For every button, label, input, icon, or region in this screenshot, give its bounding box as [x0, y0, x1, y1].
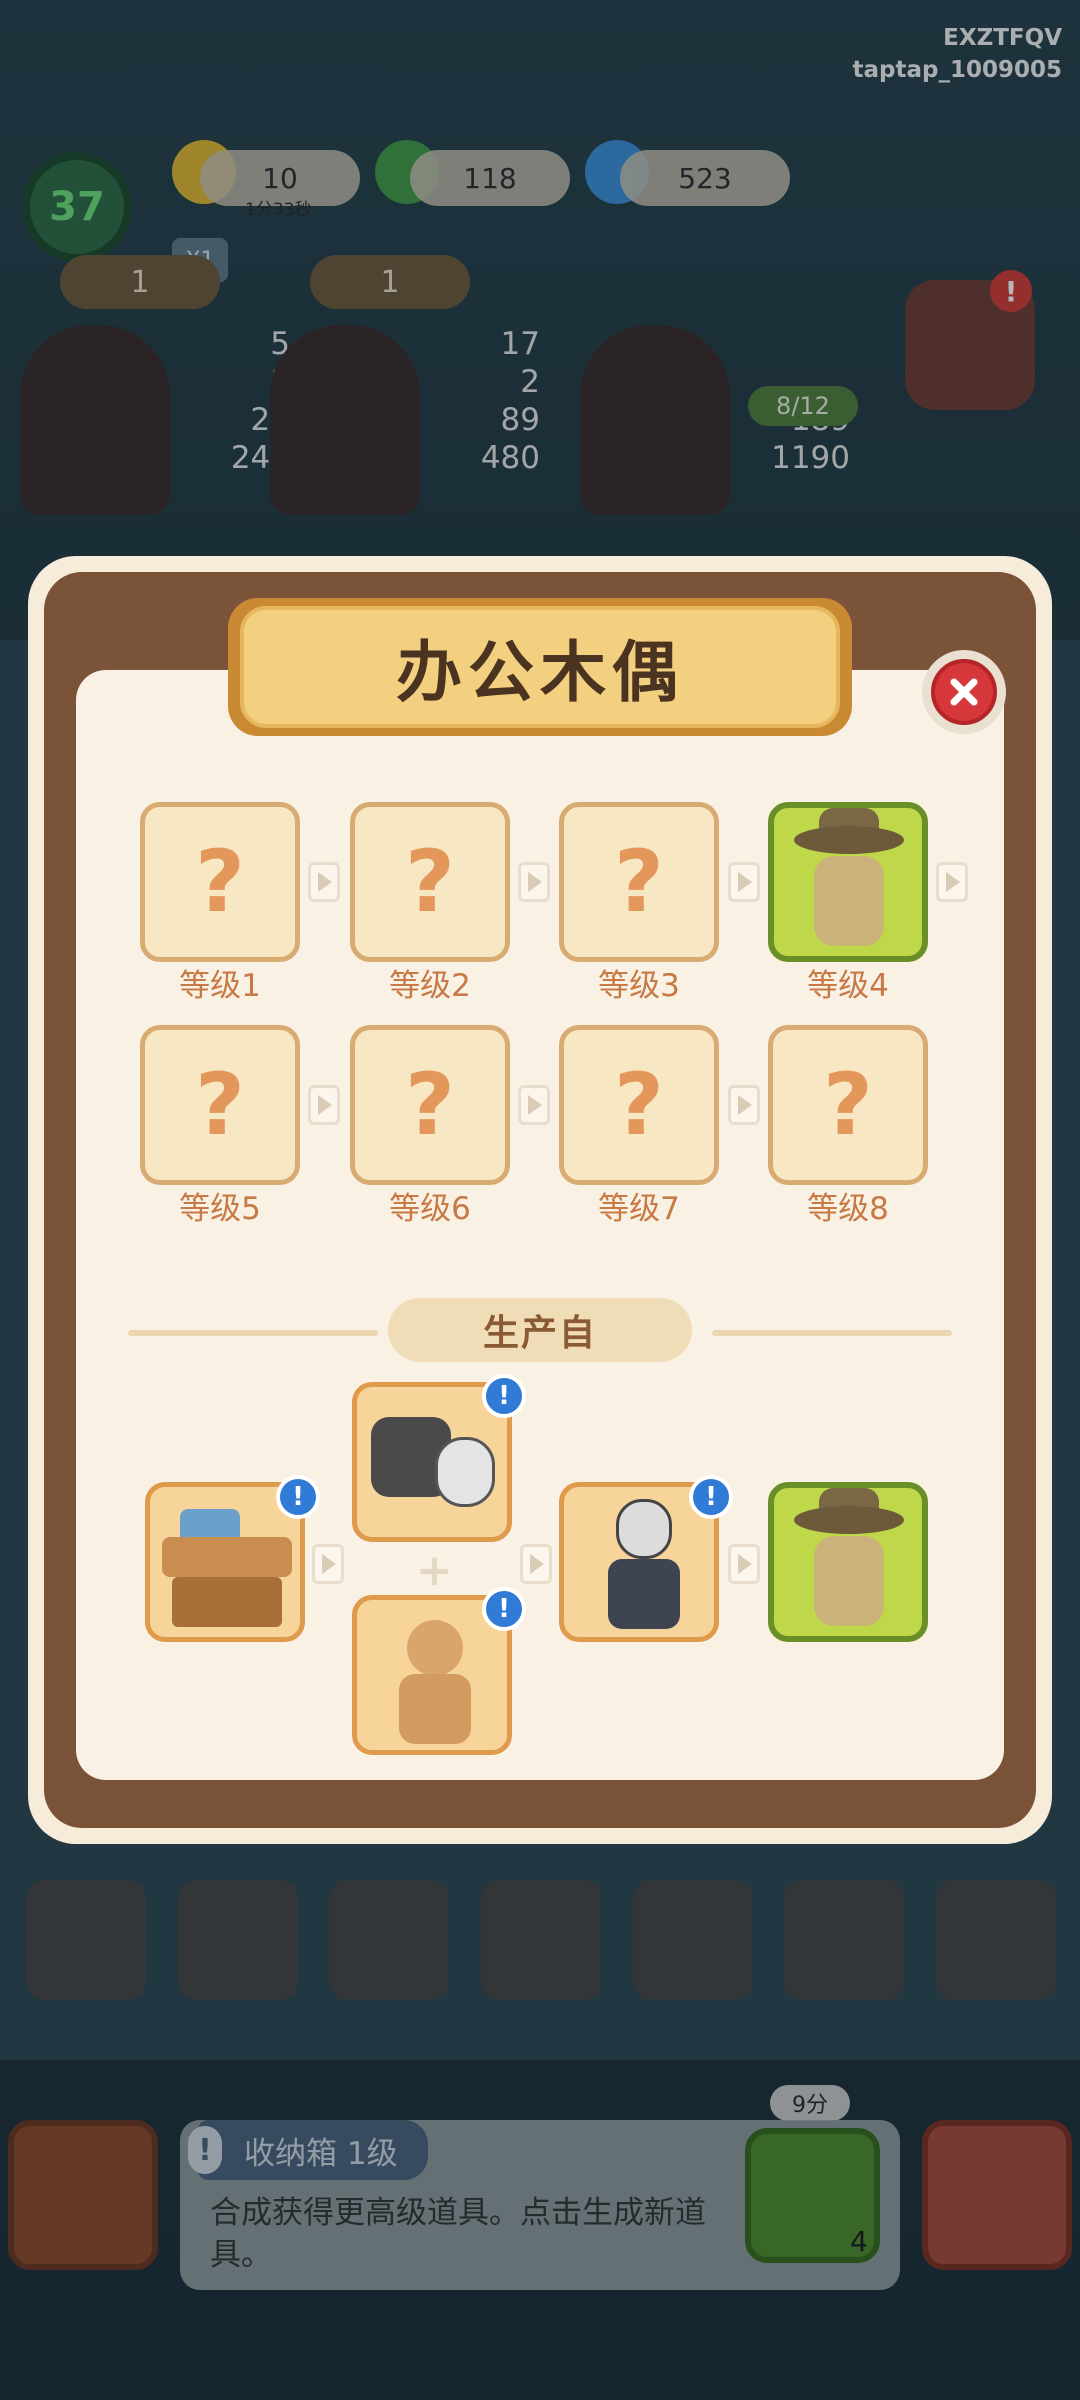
arrow-right-icon — [518, 1085, 550, 1125]
info-badge-icon[interactable]: ! — [482, 1587, 526, 1631]
hat-puppet-icon[interactable] — [768, 802, 928, 962]
tier-label: 等级7 — [598, 1191, 680, 1227]
title-plate: 办公木偶 — [240, 606, 840, 728]
divider-line — [712, 1330, 952, 1336]
section-header: 生产自 — [388, 1298, 692, 1362]
section-label: 生产自 — [482, 1313, 597, 1354]
arrow-right-icon — [308, 862, 340, 902]
tier-label: 等级5 — [179, 1191, 261, 1227]
tier-tile-7[interactable]: ? — [559, 1025, 719, 1185]
tier-tile-3[interactable]: ? — [559, 802, 719, 962]
arrow-right-icon — [312, 1544, 344, 1584]
arrow-right-icon — [728, 862, 760, 902]
tier-tile-6[interactable]: ? — [350, 1025, 510, 1185]
info-badge-icon[interactable]: ! — [689, 1475, 733, 1519]
tier-label: 等级1 — [179, 968, 261, 1004]
tier-label: 等级6 — [389, 1191, 471, 1227]
tier-tile-2[interactable]: ? — [350, 802, 510, 962]
close-button[interactable] — [922, 650, 1006, 734]
info-badge-icon[interactable]: ! — [276, 1475, 320, 1519]
tier-tile-5[interactable]: ? — [140, 1025, 300, 1185]
arrow-right-icon — [518, 862, 550, 902]
arrow-right-icon — [936, 862, 968, 902]
tier-label: 等级2 — [389, 968, 471, 1004]
tier-label: 等级4 — [807, 968, 889, 1004]
divider-line — [128, 1330, 378, 1336]
hat-puppet-icon[interactable] — [768, 1482, 928, 1642]
tier-tile-1[interactable]: ? — [140, 802, 300, 962]
close-icon[interactable] — [931, 659, 997, 725]
tier-label: 等级3 — [598, 968, 680, 1004]
plus-icon: + — [416, 1545, 453, 1596]
arrow-right-icon — [728, 1085, 760, 1125]
arrow-right-icon — [520, 1544, 552, 1584]
arrow-right-icon — [308, 1085, 340, 1125]
tier-label: 等级8 — [807, 1191, 889, 1227]
info-badge-icon[interactable]: ! — [482, 1374, 526, 1418]
arrow-right-icon — [728, 1544, 760, 1584]
modal-title: 办公木偶 — [396, 634, 684, 711]
tier-tile-8[interactable]: ? — [768, 1025, 928, 1185]
